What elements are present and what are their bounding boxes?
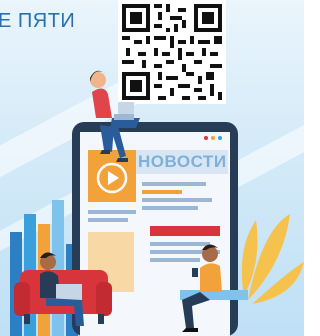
news-label: НОВОСТИ: [138, 152, 227, 171]
leaf-decoration: [241, 214, 304, 304]
